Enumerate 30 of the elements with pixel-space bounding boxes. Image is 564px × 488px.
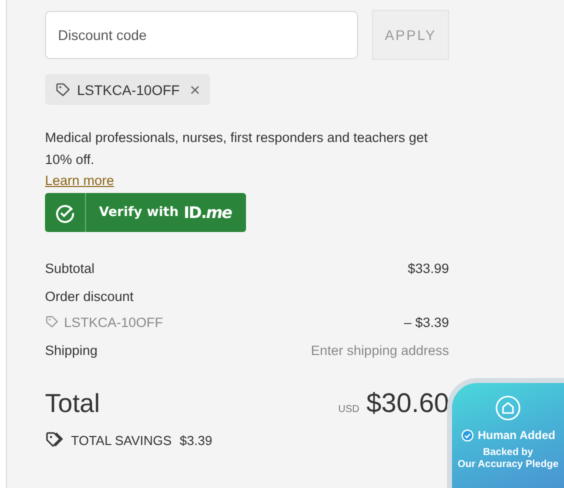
idme-logo: ID.me [184,203,232,222]
verify-button[interactable]: Verify with ID.me [45,193,246,232]
verified-icon [460,429,474,442]
check-circle-icon [55,202,75,222]
total-label: Total [45,388,100,419]
summary-value: Enter shipping address [310,342,449,358]
badge-text: Backed by [482,447,534,459]
tag-icon [45,315,59,329]
savings-amount: $3.39 [180,432,212,448]
promo-text: Medical professionals, nurses, first responders and teachers get 10% off. [45,129,429,169]
tags-icon [45,431,63,449]
summary-value: $33.99 [408,260,449,276]
pledge-badge[interactable]: Human Added Backed by Our Accuracy Pledge [447,378,564,488]
savings-label: TOTAL SAVINGS [71,432,172,448]
currency-label: USD [338,404,360,415]
discount-code-field[interactable]: Discount code [45,11,358,59]
remove-code-button[interactable]: × [186,80,200,98]
tag-icon [55,82,71,98]
apply-button[interactable]: APPLY [372,10,449,60]
badge-title: Human Added [478,430,556,442]
discount-code-label: LSTKCA-10OFF [64,314,164,330]
badge-text: Our Accuracy Pledge [458,459,558,471]
total-amount: $30.60 [366,388,449,418]
summary-label: Subtotal [45,260,95,276]
summary-label: Shipping [45,342,98,358]
summary-label: Order discount [45,288,134,304]
home-icon [495,395,521,421]
summary-value: – $3.39 [404,314,449,330]
learn-more-link[interactable]: Learn more [45,171,114,191]
applied-code: LSTKCA-10OFF [77,82,180,98]
